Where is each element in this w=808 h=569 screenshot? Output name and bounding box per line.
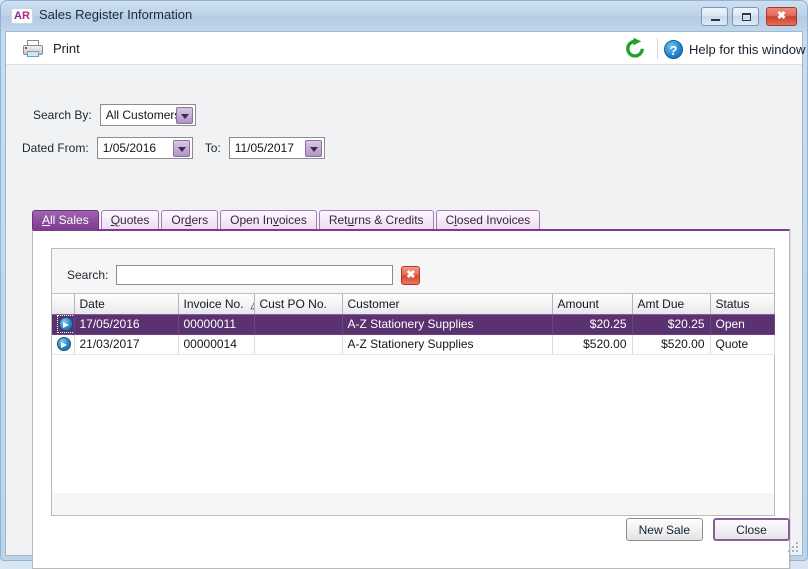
table-header-status[interactable]: Status: [710, 294, 775, 315]
print-label: Print: [53, 41, 80, 56]
cell-invoice: 00000014: [178, 334, 255, 355]
print-button[interactable]: Print: [18, 36, 84, 61]
cell-amount: $20.25: [552, 314, 633, 335]
drill-down-cell[interactable]: [52, 314, 75, 335]
question-mark-icon: ?: [664, 39, 683, 59]
cell-date: 21/03/2017: [74, 334, 179, 355]
table-header-date[interactable]: Date: [74, 294, 179, 315]
help-label: Help for this window: [689, 41, 806, 57]
toolbar: Print ? Help for this window: [6, 32, 805, 65]
search-row: Search: ✖: [67, 265, 421, 285]
window-title: Sales Register Information: [39, 7, 193, 22]
cell-customer: A-Z Stationery Supplies: [342, 334, 553, 355]
close-icon: ✖: [776, 10, 787, 22]
printer-icon: [22, 39, 44, 59]
new-sale-button[interactable]: New Sale: [625, 518, 703, 541]
table-header-label: Invoice No.: [183, 296, 244, 311]
tab-open-invoices[interactable]: Open Invoices: [220, 210, 317, 230]
cell-customer: A-Z Stationery Supplies: [342, 314, 553, 335]
tab-all-sales[interactable]: All Sales: [32, 210, 99, 230]
table-header-label: Amt Due: [637, 296, 685, 311]
cell-invoice: 00000011: [178, 314, 255, 335]
table-header-select: [52, 294, 75, 315]
table-header-cust-po[interactable]: Cust PO No.: [254, 294, 343, 315]
table-header-amount[interactable]: Amount: [552, 294, 633, 315]
cell-cust-po: [254, 334, 343, 355]
dated-from-label: Dated From:: [22, 141, 89, 155]
table-header-amt-due[interactable]: Amt Due: [632, 294, 711, 315]
table-row[interactable]: 17/05/2016 00000011 A-Z Stationery Supplie…: [52, 314, 775, 335]
dated-to-dropdown[interactable]: 11/05/2017: [228, 137, 325, 159]
app-icon: AR: [11, 8, 33, 24]
table-row[interactable]: 21/03/2017 00000014 A-Z Stationery Supplie…: [52, 334, 775, 355]
drill-down-arrow-icon[interactable]: [57, 337, 71, 352]
search-label: Search:: [67, 268, 109, 282]
to-label: To:: [204, 141, 221, 155]
table-header-label: Customer: [347, 296, 400, 311]
table-header-label: Status: [715, 296, 750, 311]
cell-amt-due: $520.00: [632, 334, 711, 355]
title-bar: AR Sales Register Information ✖: [1, 1, 807, 31]
minimize-icon: [711, 19, 720, 21]
sort-ascending-icon: △: [251, 300, 253, 311]
table-header-row: Date Invoice No. △ Cust PO No. Customer Amoun…: [52, 294, 775, 315]
sales-list-group: Search: ✖ Date Invoice No. △ Cust PO No. Cus…: [51, 248, 775, 516]
cell-amount: $520.00: [552, 334, 633, 355]
search-by-row: Search By: All Customers: [33, 104, 196, 126]
search-input[interactable]: [116, 265, 394, 285]
minimize-button[interactable]: [701, 7, 728, 26]
tab-returns-credits[interactable]: Returns & Credits: [318, 210, 434, 230]
search-by-dropdown[interactable]: All Customers: [99, 104, 196, 126]
cell-amt-due: $20.25: [632, 314, 711, 335]
cell-status: Open: [710, 314, 775, 335]
close-window-button[interactable]: ✖: [766, 7, 797, 26]
drill-down-cell[interactable]: [52, 334, 75, 355]
refresh-icon: [626, 37, 644, 58]
application-window: AR Sales Register Information ✖ Print ? …: [0, 0, 808, 569]
chevron-down-icon[interactable]: [172, 140, 190, 157]
dialog-footer: New Sale Close: [625, 518, 790, 541]
sales-grid[interactable]: Date Invoice No. △ Cust PO No. Customer Amoun…: [52, 293, 775, 493]
drill-down-arrow-icon[interactable]: [59, 317, 73, 332]
close-button[interactable]: Close: [713, 518, 790, 541]
date-range-row: Dated From: 1/05/2016 To: 11/05/2017: [22, 137, 325, 159]
table-header-label: Date: [79, 296, 105, 311]
tab-closed-invoices[interactable]: Closed Invoices: [435, 210, 541, 230]
tab-strip: All Sales Quotes Orders Open Invoices Return…: [32, 210, 542, 230]
chevron-down-icon[interactable]: [304, 140, 322, 157]
search-by-value: All Customers: [105, 108, 181, 122]
table-header-invoice[interactable]: Invoice No. △: [178, 294, 255, 315]
search-by-label: Search By:: [33, 108, 92, 122]
table-header-label: Cust PO No.: [259, 296, 327, 311]
toolbar-divider: [657, 38, 658, 59]
maximize-button[interactable]: [732, 7, 759, 26]
cell-status: Quote: [710, 334, 775, 355]
app-icon-letter-r: R: [22, 10, 30, 22]
sales-table: Date Invoice No. △ Cust PO No. Customer Amoun…: [52, 294, 775, 355]
table-header-label: Amount: [557, 296, 599, 311]
resize-grip[interactable]: [788, 542, 799, 553]
refresh-button[interactable]: [622, 37, 648, 61]
app-icon-letter-a: A: [14, 10, 22, 22]
chevron-down-icon[interactable]: [175, 107, 193, 124]
dialog-body: Search By: All Customers Dated From: 1/0…: [6, 65, 802, 569]
help-button[interactable]: ? Help for this window: [664, 37, 805, 61]
dated-from-value: 1/05/2016: [102, 141, 157, 155]
tab-orders[interactable]: Orders: [161, 210, 219, 230]
window-client-area: Print ? Help for this window Search By: …: [5, 31, 805, 569]
maximize-icon: [742, 13, 751, 21]
dated-from-dropdown[interactable]: 1/05/2016: [96, 137, 193, 159]
dated-to-value: 11/05/2017: [234, 141, 294, 155]
tab-quotes[interactable]: Quotes: [100, 210, 160, 230]
table-header-customer[interactable]: Customer: [342, 294, 553, 315]
clear-search-button[interactable]: ✖: [401, 265, 421, 285]
cell-date: 17/05/2016: [74, 314, 179, 335]
cell-cust-po: [254, 314, 343, 335]
